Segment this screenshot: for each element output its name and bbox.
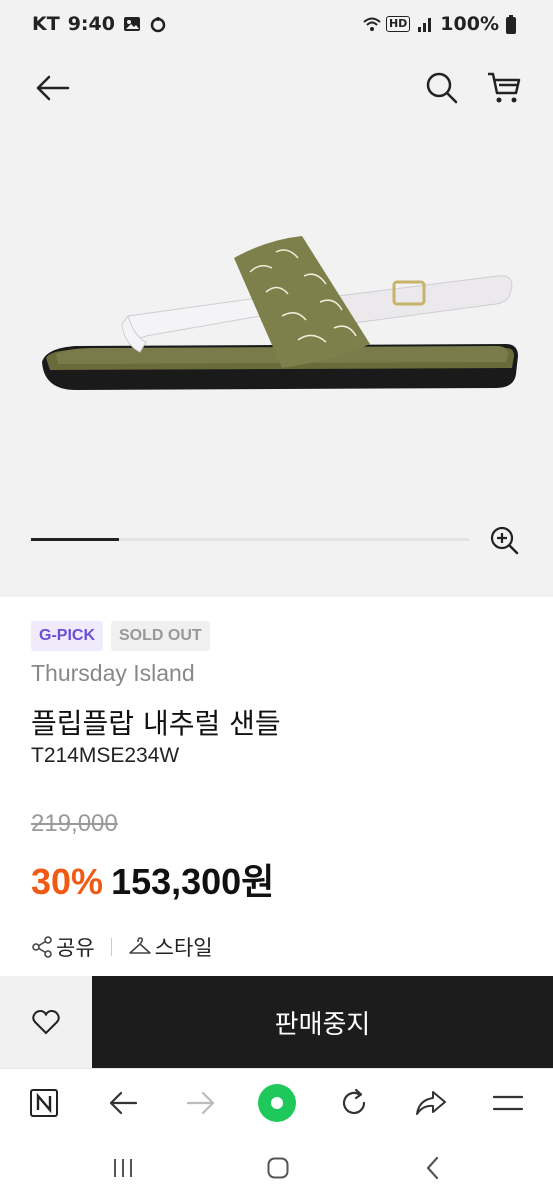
menu-icon — [492, 1095, 524, 1111]
image-icon — [123, 15, 141, 33]
back-icon — [426, 1156, 439, 1180]
back-arrow-icon — [36, 75, 70, 101]
gallery-progress-fill — [31, 538, 119, 541]
cart-icon — [488, 72, 521, 103]
home-dot-icon — [258, 1084, 296, 1122]
refresh-button[interactable] — [334, 1083, 374, 1123]
browser-menu-button[interactable] — [488, 1083, 528, 1123]
share-button[interactable]: 공유 — [31, 932, 95, 962]
product-name: 플립플랍 내추럴 샌들 — [31, 707, 281, 740]
style-button[interactable]: 스타일 — [128, 932, 213, 962]
naver-home-button[interactable] — [24, 1083, 64, 1123]
refresh-icon — [342, 1088, 366, 1115]
search-icon — [426, 72, 458, 104]
purchase-bar: 판매중지 — [0, 976, 553, 1068]
original-price: 219,000 — [31, 810, 118, 837]
product-gallery[interactable] — [0, 52, 553, 597]
badge-list: G-PICK SOLD OUT — [31, 621, 210, 651]
style-label: 스타일 — [154, 936, 213, 960]
gpick-badge: G-PICK — [31, 621, 103, 651]
action-divider — [110, 938, 112, 956]
browser-toolbar — [0, 1068, 553, 1138]
status-bar: KT 9:40 HD 100% — [0, 0, 553, 52]
zoom-in-icon — [490, 526, 519, 555]
wishlist-button[interactable] — [0, 976, 92, 1068]
share-icon — [416, 1091, 446, 1115]
clock: 9:40 — [67, 13, 115, 35]
status-right: HD 100% — [362, 13, 523, 35]
signal-icon — [416, 15, 434, 33]
naver-icon — [30, 1089, 58, 1117]
search-button[interactable] — [420, 66, 464, 110]
sale-price: 153,300원 — [111, 861, 275, 902]
brand-name[interactable]: Thursday Island — [31, 660, 195, 687]
browser-back-button[interactable] — [103, 1083, 143, 1123]
discount-rate: 30% — [31, 861, 104, 902]
wifi-icon — [362, 15, 381, 33]
recents-icon — [114, 1159, 132, 1177]
browser-share-button[interactable] — [411, 1083, 451, 1123]
status-left: KT 9:40 — [32, 13, 167, 35]
share-label: 공유 — [56, 936, 95, 960]
hanger-icon — [128, 937, 151, 954]
recents-button[interactable] — [103, 1150, 143, 1186]
bixby-icon — [149, 15, 167, 33]
back-icon — [109, 1091, 138, 1115]
heart-icon — [32, 1009, 60, 1035]
cart-button[interactable] — [482, 66, 526, 110]
battery-text: 100% — [440, 13, 499, 35]
browser-forward-button[interactable] — [181, 1083, 221, 1123]
price-row: 30% 153,300원 — [31, 853, 274, 905]
home-button[interactable] — [258, 1150, 298, 1186]
soldout-badge: SOLD OUT — [111, 621, 210, 651]
green-dot-button[interactable] — [257, 1083, 297, 1123]
product-code: T214MSE234W — [31, 744, 180, 767]
forward-icon — [186, 1091, 215, 1115]
action-row: 공유 스타일 — [31, 932, 213, 962]
hd-icon: HD — [385, 16, 411, 32]
zoom-button[interactable] — [486, 522, 522, 558]
sale-stopped-button[interactable]: 판매중지 — [92, 976, 553, 1068]
product-image[interactable] — [36, 232, 520, 402]
system-back-button[interactable] — [413, 1150, 453, 1186]
share-icon — [32, 936, 52, 958]
carrier: KT — [32, 13, 60, 35]
gallery-progress — [31, 538, 469, 541]
system-navigation — [0, 1138, 553, 1200]
back-button[interactable] — [30, 66, 74, 110]
battery-icon — [505, 15, 523, 34]
home-icon — [267, 1157, 289, 1179]
